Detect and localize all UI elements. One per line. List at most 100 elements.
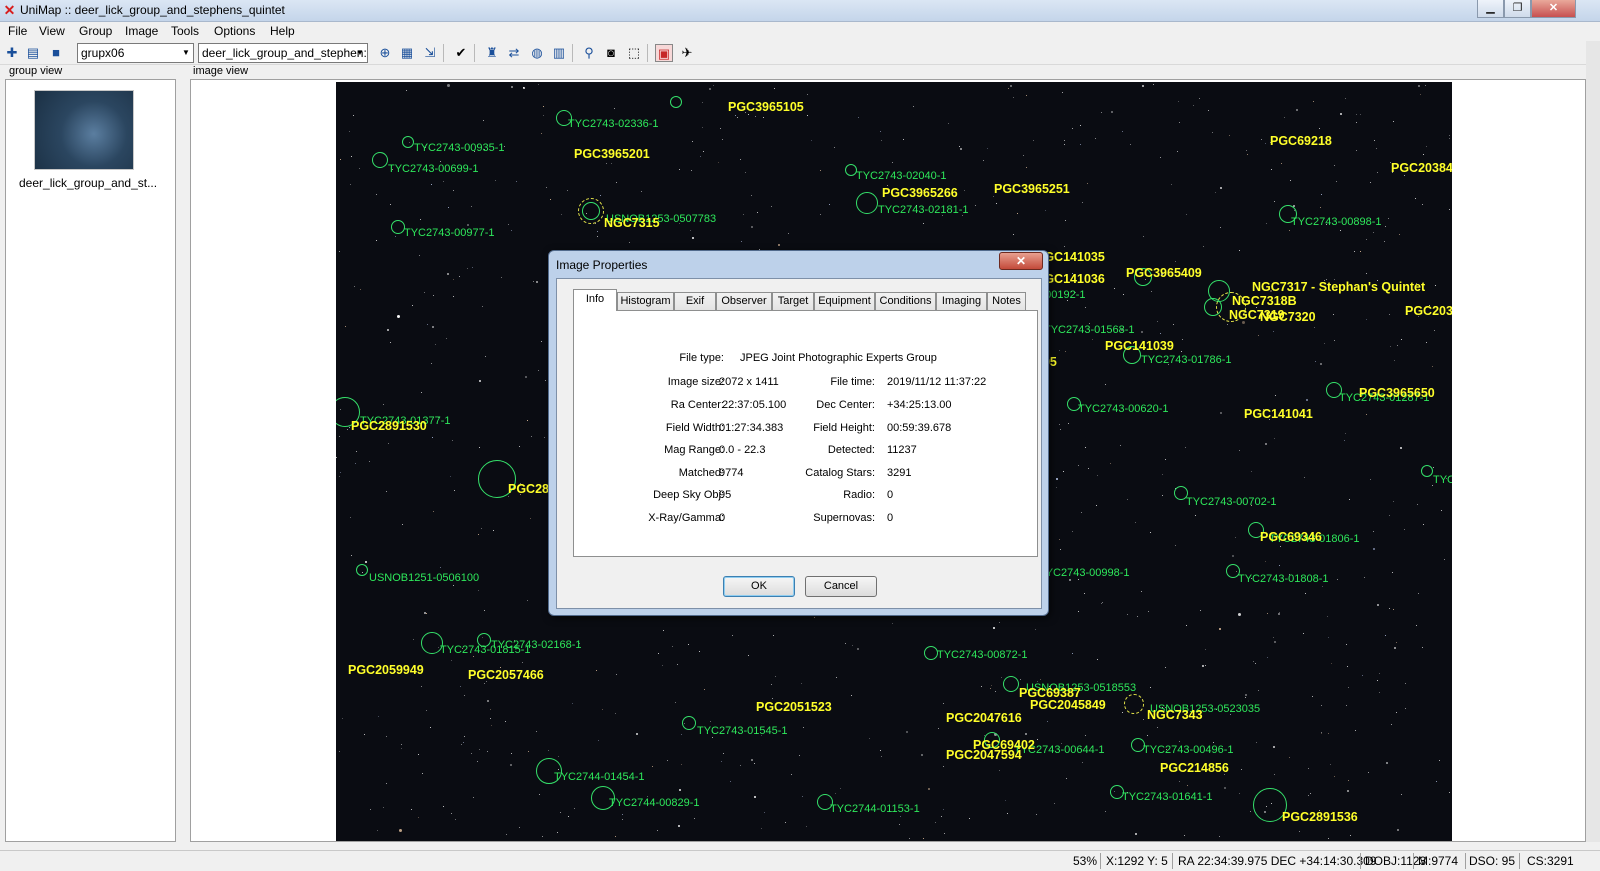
star-point [539, 794, 540, 795]
close-button[interactable]: ✕ [1531, 0, 1576, 18]
tab-conditions[interactable]: Conditions [875, 292, 936, 310]
tab-histogram[interactable]: Histogram [617, 292, 674, 310]
star-point [351, 156, 352, 157]
tab-observer[interactable]: Observer [716, 292, 772, 310]
catalog-star-label: TYC2743-00935-1 [414, 142, 505, 154]
deep-sky-label: NGC7320 [1260, 310, 1316, 324]
star-marker [372, 152, 388, 168]
vertical-scrollbar[interactable] [1586, 41, 1600, 842]
star-point [1142, 85, 1144, 87]
galaxy-marker [1124, 694, 1144, 714]
star-point [506, 834, 507, 835]
catalog-overlay-icon[interactable]: ▣ [655, 44, 673, 62]
image-thumbnail[interactable] [34, 90, 134, 170]
tab-equipment[interactable]: Equipment [814, 292, 875, 310]
star-point [852, 645, 853, 646]
star-point [1059, 539, 1060, 540]
star-point [1224, 787, 1226, 789]
new-file-icon[interactable]: ✚ [3, 44, 21, 62]
star-point [378, 716, 379, 717]
star-point [1356, 114, 1357, 115]
dialog-close-button[interactable]: ✕ [999, 252, 1043, 270]
export-icon[interactable]: ⇲ [421, 44, 439, 62]
maximize-button[interactable]: ❐ [1504, 0, 1531, 18]
star-point [349, 131, 350, 132]
menu-group[interactable]: Group [79, 24, 112, 38]
star-point [440, 161, 441, 162]
star-point [679, 789, 681, 791]
toolbar-separator [572, 44, 573, 62]
checkmark-icon[interactable]: ✔ [452, 44, 470, 62]
group-select[interactable]: grupx06 ▼ [77, 43, 194, 63]
star-point [1251, 471, 1252, 472]
cancel-button[interactable]: Cancel [805, 576, 877, 597]
catalog-stars-count: CS:3291 [1527, 854, 1574, 868]
load-folder-icon[interactable]: ▦ [398, 44, 416, 62]
star-point [1056, 487, 1057, 488]
ok-button[interactable]: OK [723, 576, 795, 597]
tab-target[interactable]: Target [772, 292, 814, 310]
menu-help[interactable]: Help [270, 24, 295, 38]
star-point [1179, 122, 1180, 123]
tab-info[interactable]: Info [573, 289, 617, 311]
star-point [672, 646, 673, 647]
target-icon[interactable]: ◙ [602, 44, 620, 62]
star-point [1141, 591, 1142, 592]
star-point [472, 267, 473, 268]
star-point [1422, 647, 1423, 648]
tab-imaging[interactable]: Imaging [936, 292, 987, 310]
image-select[interactable]: deer_lick_group_and_stephen: ▼ [198, 43, 368, 63]
star-point [1289, 757, 1290, 758]
star-point [806, 826, 807, 827]
frame-icon[interactable]: ⬚ [625, 44, 643, 62]
open-folder-icon[interactable]: ▤ [24, 44, 42, 62]
star-point [1157, 727, 1158, 728]
tab-exif[interactable]: Exif [674, 292, 716, 310]
grid-icon[interactable]: ▥ [550, 44, 568, 62]
star-point [567, 190, 568, 191]
star-point [1087, 183, 1088, 184]
magnifier-icon[interactable]: ⚲ [580, 44, 598, 62]
star-point [1143, 236, 1144, 237]
star-point [1401, 794, 1402, 795]
star-point [1344, 440, 1345, 441]
star-point [561, 214, 562, 215]
minimize-button[interactable]: ▁ [1477, 0, 1504, 18]
star-point [1064, 144, 1065, 145]
star-point [1081, 512, 1082, 513]
star-point [426, 613, 427, 614]
star-point [1422, 204, 1423, 205]
star-point [1386, 762, 1388, 764]
star-point [386, 491, 387, 492]
star-point [1239, 793, 1240, 794]
star-point [1220, 187, 1222, 189]
align-icon[interactable]: ⇄ [505, 44, 523, 62]
star-point [1389, 515, 1390, 516]
star-point [1321, 733, 1322, 734]
globe-icon[interactable]: ◍ [528, 44, 546, 62]
star-point [473, 797, 474, 798]
star-point [596, 670, 597, 671]
menu-tools[interactable]: Tools [171, 24, 199, 38]
menu-view[interactable]: View [39, 24, 65, 38]
star-point [1101, 603, 1102, 604]
menu-options[interactable]: Options [214, 24, 255, 38]
menu-image[interactable]: Image [125, 24, 158, 38]
star-point [880, 131, 881, 132]
star-point [999, 770, 1000, 771]
tab-notes[interactable]: Notes [987, 292, 1026, 310]
telescope-icon[interactable]: ✈ [678, 44, 696, 62]
star-point [365, 561, 367, 563]
star-point [1299, 831, 1300, 832]
star-point [1274, 438, 1275, 439]
save-icon[interactable]: ■ [47, 44, 65, 62]
star-point [463, 742, 464, 743]
star-point [764, 812, 765, 813]
star-point [1250, 811, 1251, 812]
catalog-star-label: TYC2743-00702-1 [1186, 496, 1277, 508]
deep-sky-label: PGC141039 [1105, 339, 1174, 353]
star-point [427, 324, 428, 325]
menu-file[interactable]: File [8, 24, 27, 38]
add-image-icon[interactable]: ⊕ [376, 44, 394, 62]
binoculars-icon[interactable]: ♜ [483, 44, 501, 62]
